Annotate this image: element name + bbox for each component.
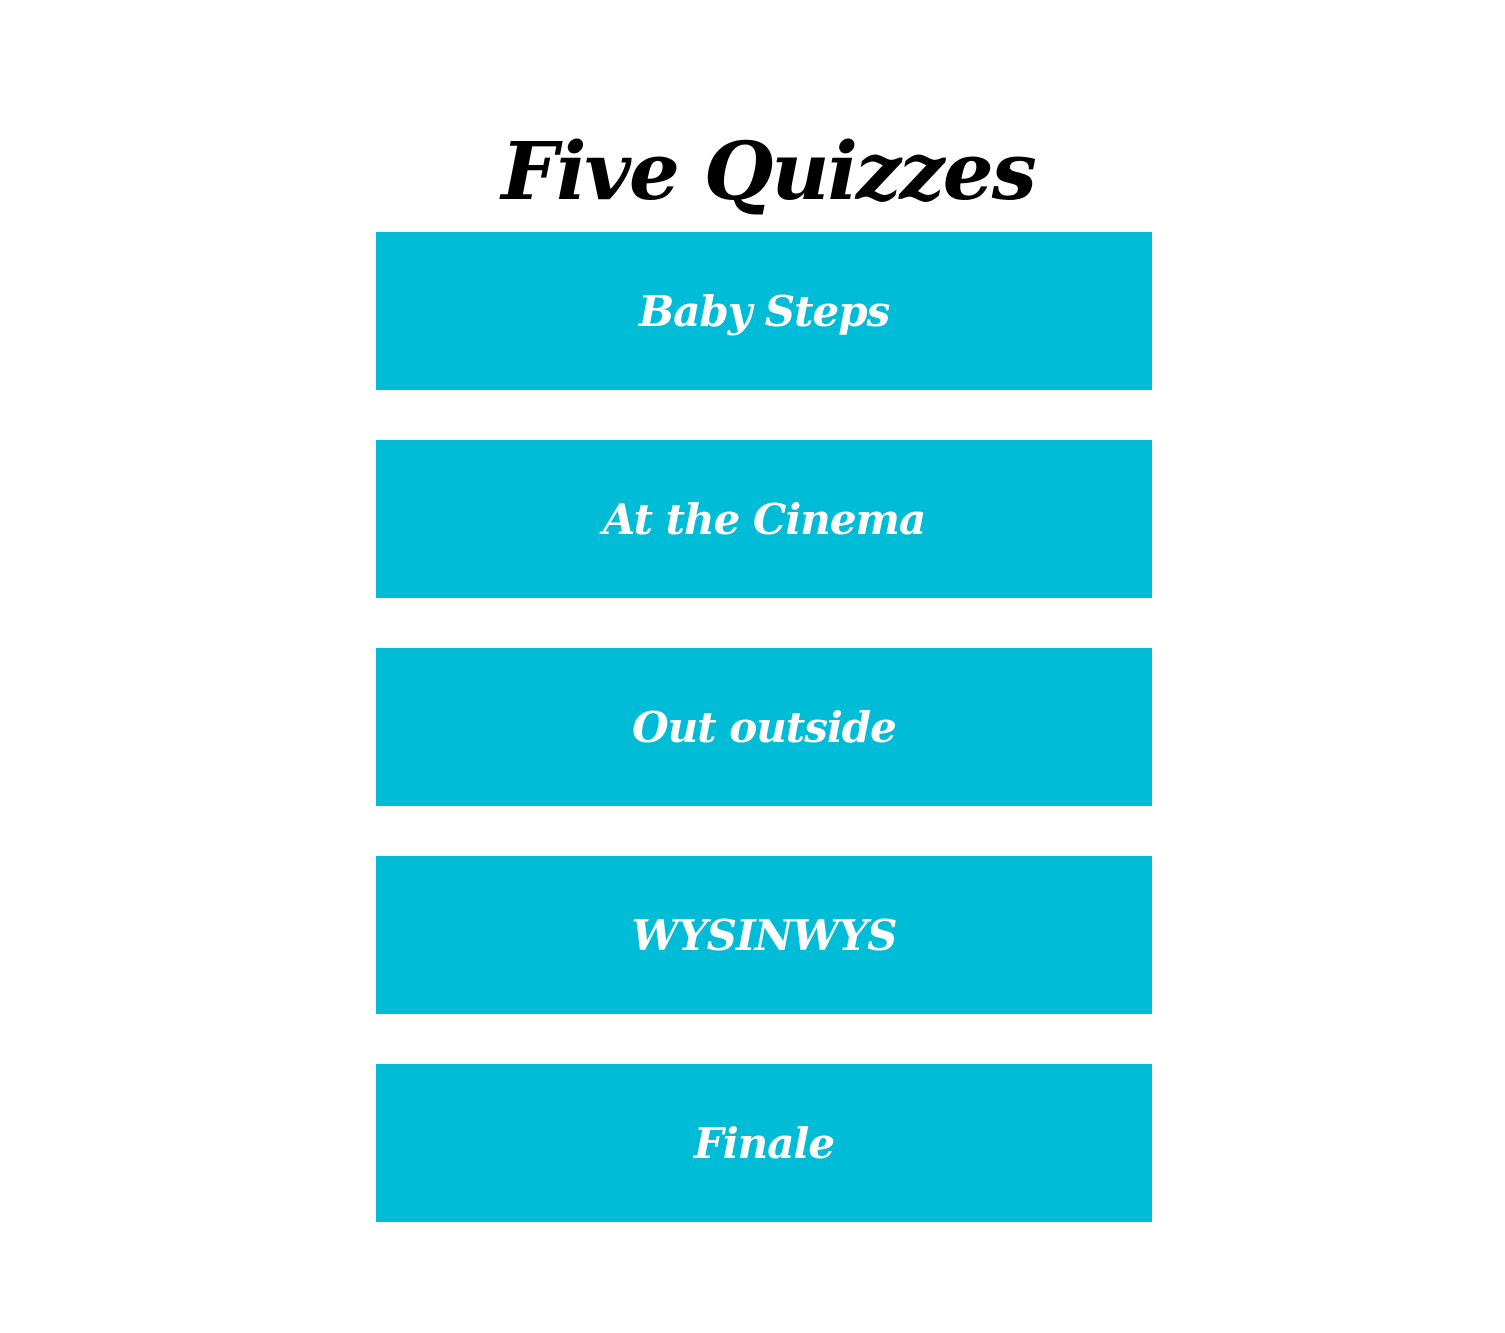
quiz-list: Baby Steps At the Cinema Out outside WYS… (376, 232, 1152, 1222)
page-title: Five Quizzes (501, 123, 1036, 218)
quiz-button-finale[interactable]: Finale (376, 1064, 1152, 1222)
quiz-button-baby-steps[interactable]: Baby Steps (376, 232, 1152, 390)
quiz-button-wysinwys[interactable]: WYSINWYS (376, 856, 1152, 1014)
quiz-button-at-the-cinema[interactable]: At the Cinema (376, 440, 1152, 598)
quiz-button-out-outside[interactable]: Out outside (376, 648, 1152, 806)
